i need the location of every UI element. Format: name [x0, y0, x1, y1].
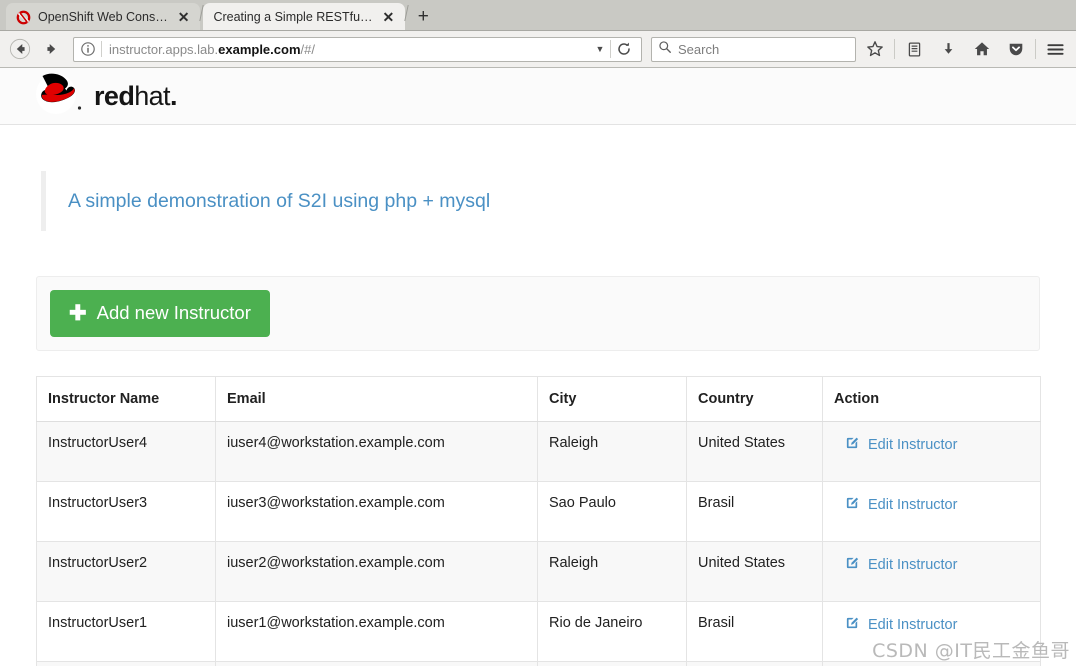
- reload-icon[interactable]: [611, 38, 637, 61]
- instructors-table: Instructor Name Email City Country Actio…: [36, 376, 1041, 666]
- cell-city: Raleigh: [537, 541, 687, 602]
- cell-action: Edit Instructor: [822, 481, 1041, 542]
- redhat-logo[interactable]: redhat.: [36, 73, 177, 120]
- cell-country: United States: [686, 661, 823, 666]
- cell-country: United States: [686, 541, 823, 602]
- edit-instructor-link[interactable]: Edit Instructor: [834, 495, 957, 514]
- tab-title: Creating a Simple RESTfu…: [213, 10, 373, 24]
- cell-email: iuser3@workstation.example.com: [215, 481, 538, 542]
- edit-pencil-square-icon: [845, 495, 860, 514]
- chevron-down-icon[interactable]: ▼: [590, 44, 610, 54]
- url-text: instructor.apps.lab.example.com/#/: [109, 42, 590, 57]
- tab-bar: OpenShift Web Cons… ✕ Creating a Simple …: [0, 0, 1076, 31]
- edit-instructor-label: Edit Instructor: [868, 616, 958, 633]
- tab-title: OpenShift Web Cons…: [38, 10, 168, 24]
- edit-pencil-square-icon: [845, 435, 860, 454]
- table-row: DemoUser1duser1@workstation.example.comR…: [36, 661, 1041, 666]
- back-icon[interactable]: [6, 35, 34, 63]
- bookmark-star-icon[interactable]: [860, 34, 890, 64]
- column-header-action[interactable]: Action: [822, 376, 1041, 422]
- cell-country: Brasil: [686, 601, 823, 662]
- edit-pencil-square-icon: [845, 615, 860, 634]
- add-new-instructor-button[interactable]: ✚ Add new Instructor: [50, 290, 270, 337]
- openshift-logo-icon: [16, 10, 31, 25]
- menu-hamburger-icon[interactable]: [1040, 34, 1070, 64]
- cell-instructor-name: InstructorUser3: [36, 481, 216, 542]
- search-input[interactable]: Search: [678, 42, 719, 57]
- table-header: Instructor Name Email City Country Actio…: [36, 376, 1041, 422]
- cell-country: Brasil: [686, 481, 823, 542]
- cell-city: Raleigh: [537, 421, 687, 482]
- edit-instructor-link[interactable]: Edit Instructor: [834, 435, 957, 454]
- pocket-shield-icon[interactable]: [1001, 34, 1031, 64]
- toolbar-divider: [894, 39, 895, 59]
- edit-instructor-label: Edit Instructor: [868, 556, 958, 573]
- table-body: InstructorUser4 iuser4@workstation.exampl…: [36, 421, 1041, 666]
- url-suffix: /#/: [300, 41, 315, 57]
- cell-action: Edit Instructor: [822, 601, 1041, 662]
- navigation-toolbar: instructor.apps.lab.example.com/#/ ▼ Sea…: [0, 31, 1076, 68]
- column-header-instructor-name[interactable]: Instructor Name: [36, 376, 216, 422]
- column-header-country[interactable]: Country: [686, 376, 823, 422]
- new-tab-button[interactable]: +: [408, 3, 438, 31]
- cell-instructor-name: InstructorUser4: [36, 421, 216, 482]
- tab-close-icon[interactable]: ✕: [380, 10, 398, 24]
- toolbar-panel: ✚ Add new Instructor: [36, 276, 1040, 351]
- edit-pencil-square-icon: [845, 555, 860, 574]
- cell-city: Sao Paulo: [537, 481, 687, 542]
- library-icon[interactable]: [899, 34, 929, 64]
- toolbar-divider: [1035, 39, 1036, 59]
- cell-country: United States: [686, 421, 823, 482]
- cell-email: iuser1@workstation.example.com: [215, 601, 538, 662]
- page-viewport: redhat. A simple demonstration of S2I us…: [0, 68, 1076, 666]
- browser-window: OpenShift Web Cons… ✕ Creating a Simple …: [0, 0, 1076, 667]
- url-domain: example.com: [218, 41, 301, 57]
- cell-instructor-name: InstructorUser2: [36, 541, 216, 602]
- lead-blockquote: A simple demonstration of S2I using php …: [41, 171, 1040, 231]
- add-new-instructor-label: Add new Instructor: [96, 302, 251, 324]
- search-icon: [658, 40, 672, 59]
- cell-city: Raleigh: [537, 661, 687, 666]
- table-row: InstructorUser3 iuser3@workstation.exampl…: [36, 481, 1041, 542]
- cell-instructor-name: DemoUser1: [36, 661, 216, 666]
- address-bar[interactable]: instructor.apps.lab.example.com/#/ ▼: [73, 36, 642, 62]
- column-header-city[interactable]: City: [537, 376, 687, 422]
- lead-text: A simple demonstration of S2I using php …: [68, 189, 491, 212]
- downloads-icon[interactable]: [933, 34, 963, 64]
- url-prefix: instructor.apps.lab.: [109, 41, 219, 57]
- table-row: InstructorUser2 iuser2@workstation.exampl…: [36, 541, 1041, 602]
- search-bar[interactable]: Search: [651, 36, 856, 62]
- edit-instructor-link[interactable]: Edit Instructor: [834, 555, 957, 574]
- redhat-shadowman-icon: [36, 73, 84, 120]
- table-row: InstructorUser4 iuser4@workstation.exampl…: [36, 421, 1041, 482]
- cell-action: Edit Instructor: [822, 421, 1041, 482]
- cell-instructor-name: InstructorUser1: [36, 601, 216, 662]
- logo-text-red: red: [94, 80, 135, 111]
- forward-icon[interactable]: [38, 35, 66, 63]
- logo-text-hat: hat: [134, 80, 170, 111]
- url-divider: [101, 41, 102, 57]
- tab-creating-a-simple-restful[interactable]: Creating a Simple RESTfu… ✕: [203, 3, 406, 31]
- edit-instructor-link[interactable]: Edit Instructor: [834, 615, 957, 634]
- redhat-wordmark: redhat.: [94, 81, 177, 112]
- cell-email: duser1@workstation.example.com: [215, 661, 538, 666]
- main-content: A simple demonstration of S2I using php …: [0, 171, 1076, 666]
- edit-instructor-label: Edit Instructor: [868, 496, 958, 513]
- home-icon[interactable]: [967, 34, 997, 64]
- tab-openshift-web-console[interactable]: OpenShift Web Cons… ✕: [6, 3, 201, 31]
- cell-city: Rio de Janeiro: [537, 601, 687, 662]
- edit-instructor-label: Edit Instructor: [868, 436, 958, 453]
- site-info-icon[interactable]: [80, 41, 96, 57]
- plus-icon: ✚: [69, 302, 87, 325]
- cell-action: Edit Instructor: [822, 541, 1041, 602]
- logo-text-dot: .: [169, 80, 177, 111]
- table-row: InstructorUser1 iuser1@workstation.exampl…: [36, 601, 1041, 662]
- column-header-email[interactable]: Email: [215, 376, 538, 422]
- site-header: redhat.: [0, 68, 1076, 125]
- cell-email: iuser4@workstation.example.com: [215, 421, 538, 482]
- tab-close-icon[interactable]: ✕: [175, 10, 193, 24]
- table-header-row: Instructor Name Email City Country Actio…: [36, 376, 1041, 422]
- cell-action: Edit Instructor: [822, 661, 1041, 666]
- cell-email: iuser2@workstation.example.com: [215, 541, 538, 602]
